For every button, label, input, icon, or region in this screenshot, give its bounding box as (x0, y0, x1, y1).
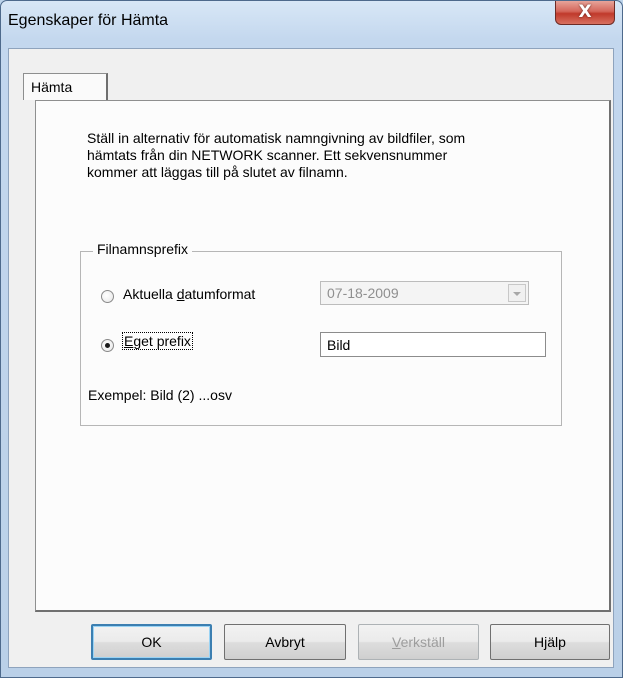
custom-prefix-input[interactable] (320, 332, 546, 357)
tab-hamta[interactable]: Hämta (23, 73, 108, 100)
close-button[interactable]: X (555, 1, 615, 25)
description-text: Ställ in alternativ för automatisk namng… (87, 130, 466, 180)
apply-button[interactable]: Verkställ (358, 624, 479, 660)
date-format-label[interactable]: Aktuella datumformat (123, 286, 255, 302)
group-label: Filnamnsprefix (93, 241, 193, 257)
cancel-button[interactable]: Avbryt (224, 624, 346, 660)
custom-prefix-label[interactable]: Eget prefix (122, 332, 193, 350)
radio-date-format[interactable] (101, 290, 114, 303)
date-format-select[interactable]: 07-18-2009 (320, 281, 529, 305)
radio-custom-prefix[interactable] (101, 339, 114, 352)
radio-selected-dot (105, 343, 110, 348)
help-button[interactable]: Hjälp (490, 624, 610, 660)
close-icon: X (578, 2, 592, 22)
date-format-value: 07-18-2009 (327, 285, 399, 301)
ok-button[interactable]: OK (91, 624, 212, 660)
chevron-down-icon (513, 292, 521, 296)
tab-label: Hämta (31, 79, 73, 95)
example-text: Exempel: Bild (2) ...osv (88, 387, 232, 403)
dropdown-button[interactable] (508, 284, 526, 302)
window-title: Egenskaper för Hämta (8, 12, 169, 29)
